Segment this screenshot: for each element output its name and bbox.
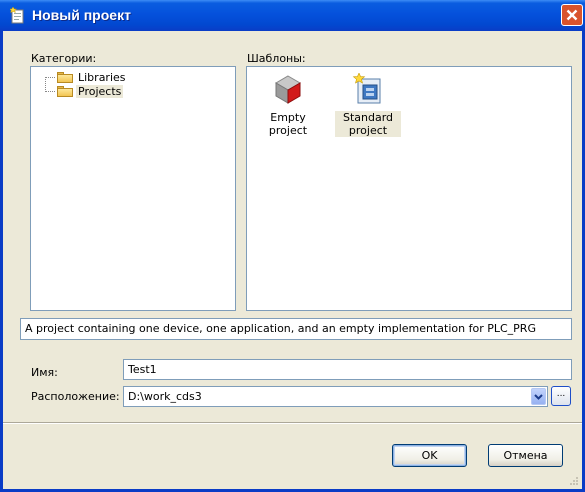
separator — [3, 422, 582, 424]
template-label: Empty project — [268, 111, 308, 137]
tree-connector — [45, 77, 55, 78]
chevron-down-icon — [534, 394, 543, 400]
resize-grip-icon[interactable] — [569, 476, 579, 486]
cancel-button-label: Отмена — [503, 449, 548, 462]
ok-button-label: OK — [421, 449, 438, 462]
tree-item-label: Libraries — [78, 70, 126, 84]
location-combobox[interactable]: D:\work_cds3 — [123, 386, 548, 407]
tree-item-projects[interactable]: Projects — [57, 84, 124, 98]
close-button[interactable] — [561, 4, 583, 26]
dialog-body: Категории: Libraries Projects Шаблоны: E… — [3, 31, 582, 489]
tree-connector — [45, 91, 55, 92]
folder-icon — [57, 71, 73, 83]
template-label: Standard project — [335, 111, 401, 137]
name-input-value: Test1 — [128, 363, 157, 376]
template-empty-project[interactable]: Empty project — [250, 73, 326, 137]
standard-project-icon — [352, 73, 381, 104]
window-title: Новый проект — [32, 7, 131, 23]
cancel-button[interactable]: Отмена — [488, 444, 563, 467]
name-input[interactable]: Test1 — [123, 359, 572, 380]
title-bar[interactable]: Новый проект — [0, 0, 585, 31]
location-label: Расположение: — [31, 390, 120, 403]
browse-button[interactable]: ... — [551, 386, 571, 406]
folder-icon — [57, 85, 73, 97]
template-standard-project[interactable]: Standard project — [335, 73, 401, 137]
browse-button-label: ... — [556, 389, 566, 399]
tree-item-libraries[interactable]: Libraries — [57, 70, 128, 84]
ok-button[interactable]: OK — [392, 444, 467, 467]
template-description: A project containing one device, one app… — [20, 318, 572, 340]
categories-label: Категории: — [31, 52, 97, 65]
tree-item-label: Projects — [76, 84, 124, 98]
templates-label: Шаблоны: — [247, 52, 306, 65]
dropdown-button[interactable] — [531, 388, 546, 405]
location-input-value: D:\work_cds3 — [128, 390, 202, 403]
close-icon — [566, 9, 578, 21]
templates-list[interactable]: Empty project Standard project — [246, 66, 572, 311]
tree-connector — [45, 77, 46, 90]
empty-project-icon — [275, 75, 301, 104]
name-label: Имя: — [31, 366, 58, 379]
new-project-icon — [10, 7, 24, 24]
categories-tree[interactable]: Libraries Projects — [30, 66, 236, 311]
new-project-dialog: Новый проект Категории: Libraries Projec… — [0, 0, 585, 492]
